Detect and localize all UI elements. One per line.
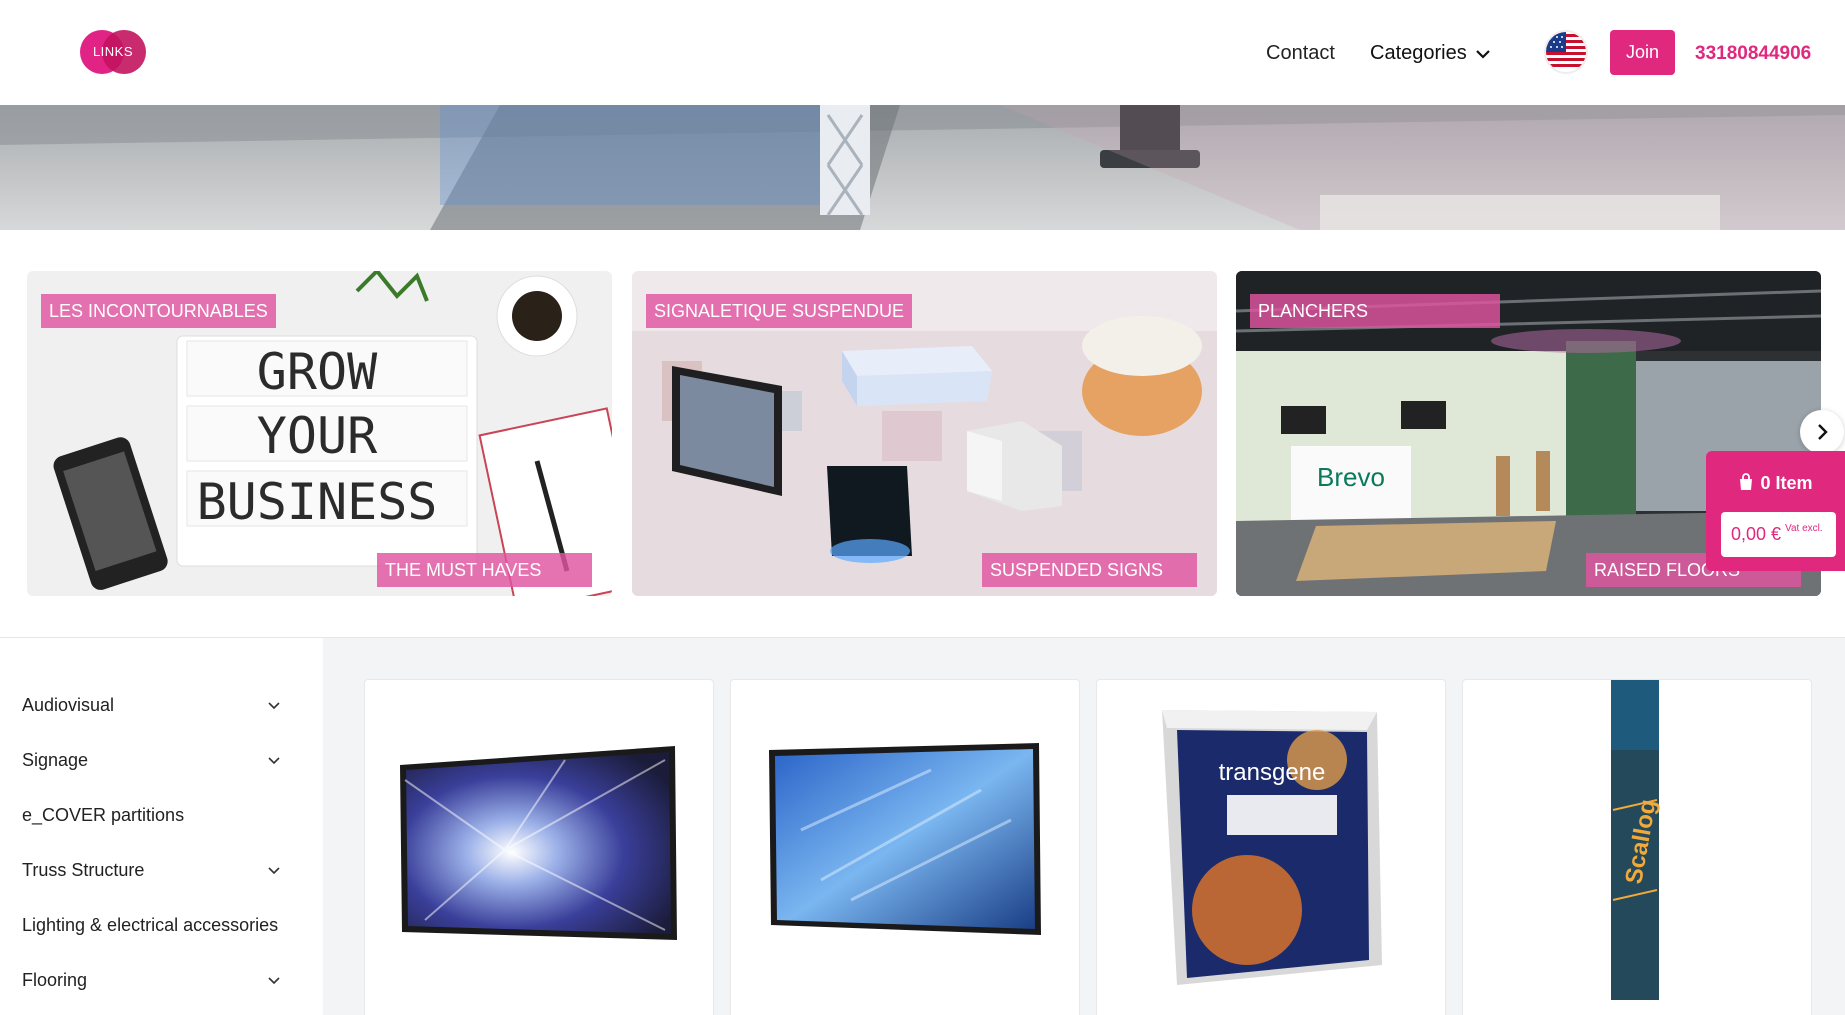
links-logo[interactable]: LINKS — [80, 30, 146, 74]
category-sidebar: Audiovisual Signage e_COVER partitions T… — [0, 638, 323, 1015]
cart-items-label: 0 Item — [1760, 473, 1813, 493]
printed-counter-image: transgene — [1162, 710, 1382, 985]
join-button[interactable]: Join — [1610, 30, 1675, 75]
cart-vat-note: Vat excl. — [1785, 523, 1823, 534]
cart-items: 0 Item — [1706, 473, 1845, 494]
nav-categories-dropdown[interactable]: Categories — [1370, 42, 1491, 65]
product-card-totem[interactable]: Scallog — [1462, 679, 1812, 1015]
cart-widget[interactable]: 0 Item 0,00 € Vat excl. — [1706, 451, 1845, 571]
sidebar-item-flooring[interactable]: Flooring — [22, 970, 280, 991]
sidebar-item-truss-structure[interactable]: Truss Structure — [22, 860, 280, 881]
image-text-brevo: Brevo — [1317, 462, 1385, 492]
image-text-grow: GROW — [257, 343, 378, 401]
totem-banner-image: Scallog — [1611, 680, 1662, 1000]
sidebar-item-label: Signage — [22, 750, 89, 770]
tag-the-must-haves: THE MUST HAVES — [377, 553, 592, 587]
tag-les-incontournables: LES INCONTOURNABLES — [41, 294, 276, 328]
sidebar-item-label: Truss Structure — [22, 860, 145, 880]
chevron-right-icon — [1818, 424, 1828, 440]
chevron-down-icon — [268, 866, 280, 874]
product-card-counter[interactable]: transgene — [1096, 679, 1446, 1015]
nav-categories-label: Categories — [1370, 42, 1467, 64]
sidebar-item-label: e_COVER partitions — [22, 805, 185, 825]
chevron-down-icon — [1475, 49, 1490, 59]
category-card-suspended-signs[interactable]: SIGNALETIQUE SUSPENDUE SUSPENDED SIGNS — [632, 271, 1217, 596]
carousel-next-button[interactable] — [1800, 410, 1844, 454]
cart-price: 0,00 € Vat excl. — [1721, 512, 1836, 557]
sidebar-item-signage[interactable]: Signage — [22, 750, 280, 771]
product-card-tv-2[interactable] — [730, 679, 1080, 1015]
image-text-transgene: transgene — [1219, 759, 1326, 786]
sidebar-item-label: Flooring — [22, 970, 88, 990]
chevron-down-icon — [268, 976, 280, 984]
tag-signaletique-suspendue: SIGNALETIQUE SUSPENDUE — [646, 294, 913, 328]
product-section: Audiovisual Signage e_COVER partitions T… — [0, 637, 1845, 1015]
hero-banner-image — [0, 105, 1845, 230]
tag-planchers: PLANCHERS — [1250, 294, 1500, 328]
image-text-business: BUSINESS — [197, 473, 438, 531]
product-card-tv-1[interactable] — [364, 679, 714, 1015]
tv-screen-image — [400, 746, 677, 940]
sidebar-item-ecover-partitions[interactable]: e_COVER partitions — [22, 805, 280, 826]
sidebar-item-label: Audiovisual — [22, 695, 115, 715]
shopping-bag-icon — [1740, 473, 1753, 490]
chevron-down-icon — [268, 756, 280, 764]
tv-screen-image — [769, 743, 1041, 935]
us-flag-icon[interactable] — [1544, 30, 1588, 74]
nav-contact-link[interactable]: Contact — [1266, 42, 1335, 65]
logo-text: LINKS — [92, 44, 134, 59]
image-text-your: YOUR — [257, 407, 378, 465]
sidebar-item-lighting[interactable]: Lighting & electrical accessories — [22, 915, 280, 936]
cart-price-value: 0,00 € — [1731, 524, 1782, 544]
sidebar-item-label: Lighting & electrical accessories — [22, 915, 279, 935]
sidebar-item-audiovisual[interactable]: Audiovisual — [22, 695, 280, 716]
tag-suspended-signs: SUSPENDED SIGNS — [982, 553, 1197, 587]
site-header: LINKS Contact Categories Join 3318084490… — [0, 0, 1845, 105]
chevron-down-icon — [268, 701, 280, 709]
category-card-must-haves[interactable]: GROW YOUR BUSINESS LES INCONTOURNABLES T… — [27, 271, 612, 596]
phone-number-link[interactable]: 33180844906 — [1695, 43, 1811, 65]
